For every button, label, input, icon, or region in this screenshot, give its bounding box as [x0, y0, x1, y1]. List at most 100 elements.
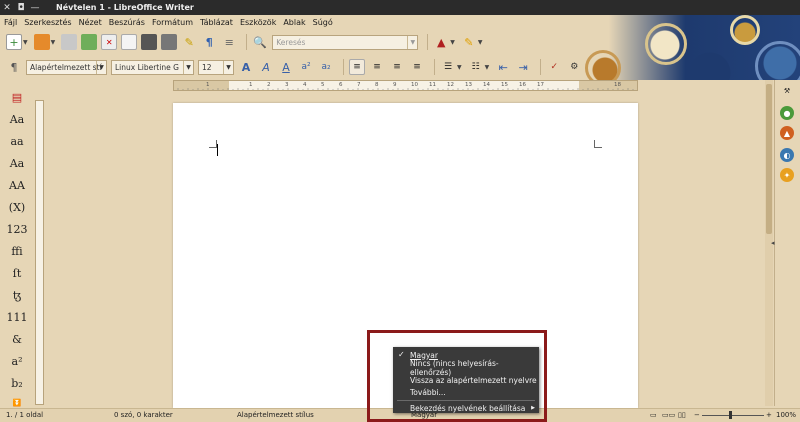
chevron-down-icon[interactable]: ▼: [223, 60, 233, 74]
toolbar-separator: [540, 59, 542, 75]
menu-help[interactable]: Súgó: [313, 18, 333, 27]
compass-icon[interactable]: ✦: [780, 168, 794, 182]
checkmark-icon: ✓: [398, 350, 405, 359]
style-sample[interactable]: Aa: [8, 154, 26, 172]
menu-insert[interactable]: Beszúrás: [109, 18, 145, 27]
auto-spellcheck-icon[interactable]: ⚙: [566, 59, 582, 75]
numbered-list-icon[interactable]: ☷: [468, 59, 484, 75]
chevron-down-icon[interactable]: ▼: [96, 60, 106, 74]
style-sample[interactable]: &: [8, 330, 26, 348]
menu-window[interactable]: Ablak: [283, 18, 305, 27]
find-icon[interactable]: 🔍: [252, 34, 268, 50]
vertical-ruler[interactable]: [35, 100, 44, 405]
formatting-marks-icon[interactable]: ¶: [201, 34, 217, 50]
bullet-list-icon[interactable]: ☰: [440, 59, 456, 75]
bold-icon[interactable]: A: [238, 59, 254, 75]
print-icon[interactable]: [141, 34, 158, 50]
email-icon[interactable]: [121, 34, 138, 50]
export-pdf-icon[interactable]: ✕: [101, 34, 118, 50]
search-input[interactable]: Keresés ▼: [272, 34, 419, 50]
style-sample[interactable]: a²: [8, 352, 26, 370]
style-sample[interactable]: 111: [7, 308, 28, 326]
paragraph-style-select[interactable]: Alapértelmezett stí ▼: [26, 59, 107, 75]
chevron-down-icon[interactable]: ▼: [478, 39, 483, 46]
style-sample[interactable]: b₂: [8, 374, 26, 392]
font-name-value: Linux Libertine G: [115, 62, 179, 72]
menu-format[interactable]: Formátum: [152, 18, 193, 27]
special-characters-panel: ▤ Aa aa Aa AA (X) 123 ffi ſt ꜩ 111 & a² …: [0, 82, 34, 408]
font-name-select[interactable]: Linux Libertine G ▼: [111, 59, 194, 75]
style-sample[interactable]: aa: [8, 132, 26, 150]
style-sample[interactable]: ꜩ: [8, 286, 26, 304]
menu-view[interactable]: Nézet: [79, 18, 102, 27]
zoom-slider-knob[interactable]: [729, 411, 732, 419]
decrease-indent-icon[interactable]: ⇤: [495, 59, 511, 75]
menu-item-more[interactable]: További...: [393, 387, 539, 400]
menu-file[interactable]: Fájl: [4, 18, 17, 27]
paragraph-styles-icon[interactable]: ¶: [6, 59, 22, 75]
zoom-in-icon[interactable]: +: [766, 411, 772, 419]
page-count[interactable]: 1. / 1 oldal: [6, 411, 43, 419]
style-sample[interactable]: ffi: [8, 242, 26, 260]
print-preview-icon[interactable]: [161, 34, 178, 50]
styles-globe-icon[interactable]: ●: [780, 106, 794, 120]
chevron-down-icon[interactable]: ▼: [450, 39, 455, 46]
new-document-icon[interactable]: +: [6, 34, 22, 50]
justify-icon[interactable]: ≡: [409, 59, 425, 75]
styles-icon[interactable]: ≡: [221, 34, 237, 50]
chevron-down-icon[interactable]: ▼: [23, 39, 28, 46]
properties-icon[interactable]: ⚒: [780, 84, 794, 98]
style-sample[interactable]: 123: [7, 220, 28, 238]
multi-page-view-icon[interactable]: ▭▭: [662, 411, 675, 419]
page-corner-mark: [594, 140, 602, 148]
subscript-icon[interactable]: a₂: [318, 59, 334, 75]
chevron-down-icon[interactable]: ▼: [485, 64, 490, 71]
text-cursor: [217, 144, 218, 156]
zoom-level[interactable]: 100%: [776, 411, 796, 419]
highlighter-icon[interactable]: ✎: [461, 34, 477, 50]
menu-item-set-paragraph-language[interactable]: Bekezdés nyelvének beállítása ▶: [393, 402, 539, 415]
superscript-icon[interactable]: a²: [298, 59, 314, 75]
bookmark-icon[interactable]: ▤: [8, 88, 26, 106]
navigator-icon[interactable]: ◐: [780, 148, 794, 162]
increase-indent-icon[interactable]: ⇥: [515, 59, 531, 75]
horizontal-ruler[interactable]: 1 1 2 3 4 5 6 7 8 9 10 11 12 13 14 15 16…: [173, 80, 638, 91]
menu-edit[interactable]: Szerkesztés: [24, 18, 71, 27]
chevron-down-icon[interactable]: ▼: [407, 35, 417, 49]
style-sample[interactable]: AA: [8, 176, 26, 194]
style-sample[interactable]: ſt: [8, 264, 26, 282]
word-count[interactable]: 0 szó, 0 karakter: [114, 411, 173, 419]
align-right-icon[interactable]: ≡: [389, 59, 405, 75]
chevron-down-icon[interactable]: ▼: [183, 60, 193, 74]
align-center-icon[interactable]: ≡: [369, 59, 385, 75]
menu-table[interactable]: Táblázat: [200, 18, 233, 27]
open-folder-icon[interactable]: [33, 34, 50, 50]
ruler-number: 7: [357, 82, 361, 88]
menu-item-no-spellcheck[interactable]: Nincs (nincs helyesírás-ellenőrzés): [393, 359, 539, 377]
italic-icon[interactable]: A: [258, 59, 274, 75]
menu-bar: Fájl Szerkesztés Nézet Beszúrás Formátum…: [0, 15, 340, 29]
maximize-window-button[interactable]: ◘: [14, 0, 28, 15]
chevron-down-icon[interactable]: ▼: [457, 64, 462, 71]
menu-tools[interactable]: Eszközök: [240, 18, 276, 27]
close-window-button[interactable]: ✕: [0, 0, 14, 15]
gallery-icon[interactable]: ▲: [780, 126, 794, 140]
page-style[interactable]: Alapértelmezett stílus: [237, 411, 314, 419]
style-sample[interactable]: Aa: [8, 110, 26, 128]
align-left-icon[interactable]: ≡: [349, 59, 365, 75]
zoom-out-icon[interactable]: −: [694, 411, 700, 419]
zoom-slider[interactable]: [702, 415, 764, 416]
book-view-icon[interactable]: ▯▯: [678, 411, 686, 419]
edit-document-icon[interactable]: [81, 34, 98, 50]
style-sample[interactable]: (X): [8, 198, 26, 216]
menu-item-reset-default-language[interactable]: Vissza az alapértelmezett nyelvre: [393, 374, 539, 387]
minimize-window-button[interactable]: —: [28, 0, 42, 15]
underline-icon[interactable]: A: [278, 59, 294, 75]
font-size-select[interactable]: 12 ▼: [198, 59, 234, 75]
spellcheck-icon[interactable]: ✓: [546, 59, 562, 75]
single-page-view-icon[interactable]: ▭: [650, 411, 657, 419]
insert-chart-icon[interactable]: ▲: [433, 34, 449, 50]
chevron-down-icon[interactable]: ▼: [51, 39, 56, 46]
save-icon[interactable]: [61, 34, 78, 50]
clear-formatting-icon[interactable]: ✎: [181, 34, 197, 50]
